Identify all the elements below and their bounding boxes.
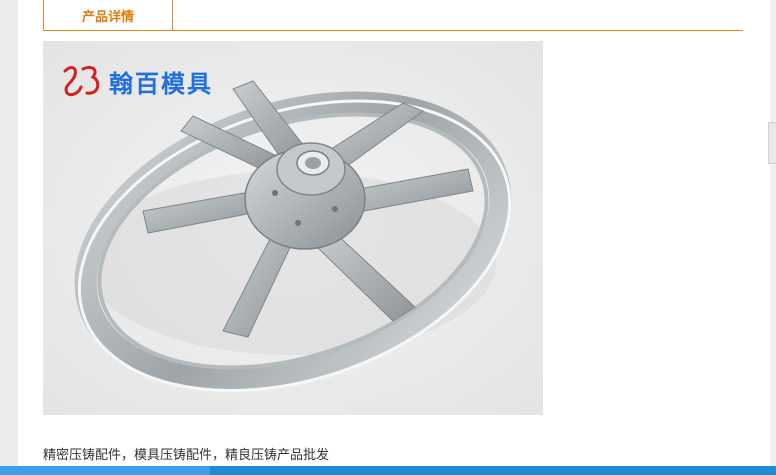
bottom-bar-highlight: [0, 466, 210, 475]
bottom-status-bar: [0, 466, 776, 475]
tab-product-details[interactable]: 产品详情: [43, 0, 173, 30]
brand-watermark: 翰百模具: [61, 63, 213, 99]
product-image: 翰百模具: [43, 41, 543, 415]
product-caption: 精密压铸配件，模具压铸配件，精良压铸产品批发: [43, 448, 330, 463]
side-scroll-handle[interactable]: [768, 122, 776, 164]
detail-tab-bar: 产品详情: [43, 0, 743, 31]
brand-logo-text: 翰百模具: [109, 68, 213, 98]
brand-logo-icon: [63, 65, 100, 97]
left-gutter: [0, 0, 18, 475]
